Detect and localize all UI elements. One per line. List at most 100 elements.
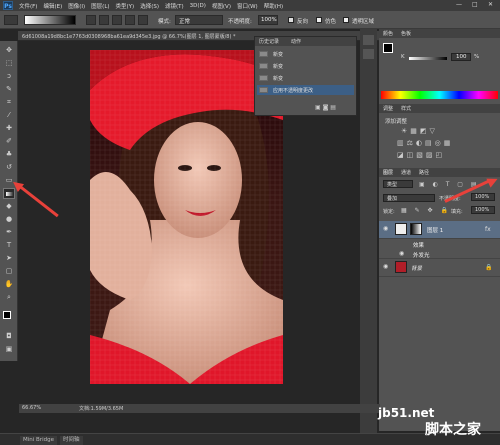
- linear-gradient-button[interactable]: [86, 15, 96, 25]
- eye-icon[interactable]: ◉: [383, 225, 388, 232]
- shape-tool-icon[interactable]: ▢: [3, 266, 15, 277]
- zoom-tool-icon[interactable]: ⌕: [3, 292, 15, 303]
- layer-opacity-input[interactable]: 100%: [471, 193, 495, 201]
- gradient-picker[interactable]: [24, 15, 76, 25]
- history-item-selected[interactable]: 应用不透明度更改: [257, 85, 354, 95]
- dither-label: 仿色: [325, 19, 337, 25]
- mode-select[interactable]: 正常: [175, 15, 223, 25]
- history-panel: 历史记录 动作 新变 新变 新变 应用不透明度更改 ▣ ◙ ▤: [254, 36, 357, 116]
- foreground-color-swatch[interactable]: [3, 311, 11, 319]
- adjustment-icons-row3[interactable]: ◪◫▧▨◰: [397, 151, 445, 159]
- history-item[interactable]: 新变: [257, 49, 354, 59]
- menu-window[interactable]: 窗口(W): [237, 2, 258, 10]
- effects-row[interactable]: 效果: [379, 239, 500, 249]
- adjustments-title: 添加调整: [385, 119, 408, 125]
- layer-row-background[interactable]: ◉ 背景 🔒: [379, 259, 500, 277]
- menu-image[interactable]: 图像(I): [68, 2, 85, 10]
- menu-edit[interactable]: 编辑(E): [43, 2, 62, 10]
- history-panel-icon[interactable]: [363, 35, 374, 45]
- opacity-input[interactable]: 100%: [258, 15, 278, 25]
- tab-channels[interactable]: 通道: [401, 169, 411, 176]
- screen-mode-icon[interactable]: ▣: [3, 344, 15, 355]
- zoom-level[interactable]: 66.67%: [22, 405, 41, 411]
- history-brush-tool-icon[interactable]: ↺: [3, 162, 15, 173]
- menu-file[interactable]: 文件(F): [19, 2, 37, 10]
- marquee-tool-icon[interactable]: ⬚: [3, 58, 15, 69]
- history-item[interactable]: 新变: [257, 61, 354, 71]
- eye-icon[interactable]: ◉: [383, 263, 388, 270]
- blend-mode-select[interactable]: 叠加: [383, 194, 435, 202]
- k-slider[interactable]: [409, 57, 447, 60]
- crop-tool-icon[interactable]: ⌗: [3, 97, 15, 108]
- path-select-tool-icon[interactable]: ➤: [3, 253, 15, 264]
- color-spectrum[interactable]: [381, 91, 498, 99]
- history-footer-icons[interactable]: ▣ ◙ ▤: [315, 104, 336, 111]
- menu-3d[interactable]: 3D(D): [190, 3, 206, 9]
- minimize-button[interactable]: —: [456, 1, 462, 8]
- reflected-gradient-button[interactable]: [125, 15, 135, 25]
- layer-mask-thumbnail[interactable]: [410, 223, 422, 235]
- tab-mini-bridge[interactable]: Mini Bridge: [20, 436, 57, 445]
- menu-type[interactable]: 类型(Y): [116, 2, 135, 10]
- tab-timeline[interactable]: 时间轴: [60, 436, 83, 445]
- hand-tool-icon[interactable]: ✋: [3, 279, 15, 290]
- gradient-tool-icon[interactable]: [3, 188, 15, 199]
- diamond-gradient-button[interactable]: [138, 15, 148, 25]
- tab-paths[interactable]: 路径: [419, 169, 429, 176]
- pen-tool-icon[interactable]: ✒: [3, 227, 15, 238]
- lock-icon: 🔒: [485, 264, 493, 271]
- slider-label: K: [401, 54, 405, 60]
- type-tool-icon[interactable]: T: [3, 240, 15, 251]
- radial-gradient-button[interactable]: [99, 15, 109, 25]
- lock-icons[interactable]: ▦ ✎ ✥ 🔒: [401, 207, 451, 214]
- adjustment-icons-row2[interactable]: ▥⚖◐▤◎▦: [397, 139, 453, 147]
- healing-brush-tool-icon[interactable]: ✚: [3, 123, 15, 134]
- tab-styles[interactable]: 样式: [401, 105, 411, 112]
- reverse-checkbox[interactable]: [288, 17, 294, 23]
- maximize-button[interactable]: □: [472, 1, 478, 8]
- gradient-icon: [259, 51, 268, 57]
- angle-gradient-button[interactable]: [112, 15, 122, 25]
- tab-color[interactable]: 颜色: [383, 30, 393, 37]
- outer-glow-row[interactable]: ◉ 外发光: [379, 249, 500, 259]
- history-item[interactable]: 新变: [257, 73, 354, 83]
- menu-layer[interactable]: 图层(L): [91, 2, 109, 10]
- blur-tool-icon[interactable]: ◆: [3, 201, 15, 212]
- watermark-url: jb51.net: [378, 406, 435, 420]
- layer-kind-select[interactable]: 类型: [383, 180, 413, 188]
- quick-select-tool-icon[interactable]: ✎: [3, 84, 15, 95]
- fill-input[interactable]: 100%: [471, 206, 495, 214]
- dodge-tool-icon[interactable]: ●: [3, 214, 15, 225]
- mode-value: 正常: [179, 19, 191, 25]
- tool-preset-picker[interactable]: [4, 15, 18, 25]
- quick-mask-icon[interactable]: ◘: [3, 331, 15, 342]
- brush-tool-icon[interactable]: ✐: [3, 136, 15, 147]
- menu-filter[interactable]: 滤镜(T): [165, 2, 184, 10]
- color-swatch-fg[interactable]: [383, 43, 393, 53]
- menu-help[interactable]: 帮助(H): [264, 2, 283, 10]
- adjustment-icons-row1[interactable]: ☀▦◩▽: [401, 127, 438, 135]
- tab-swatches[interactable]: 色板: [401, 30, 411, 37]
- layer-thumbnail: [395, 261, 407, 273]
- lasso-tool-icon[interactable]: ↄ: [3, 71, 15, 82]
- layer-row-selected[interactable]: ◉ 图层 1 fx: [379, 221, 500, 239]
- menu-select[interactable]: 选择(S): [140, 2, 159, 10]
- layer-name: 图层 1: [427, 228, 444, 234]
- transparency-checkbox[interactable]: [343, 17, 349, 23]
- tab-history[interactable]: 历史记录: [259, 38, 279, 45]
- panel-icon-strip: [360, 29, 377, 439]
- eyedropper-tool-icon[interactable]: ⁄: [3, 110, 15, 121]
- close-button[interactable]: ✕: [488, 1, 493, 8]
- tab-actions[interactable]: 动作: [291, 38, 301, 45]
- dither-checkbox[interactable]: [316, 17, 322, 23]
- clone-stamp-tool-icon[interactable]: ♣: [3, 149, 15, 160]
- document-size: 文档:1.59M/3.65M: [79, 406, 124, 412]
- transparency-label: 透明区域: [352, 19, 375, 25]
- move-tool-icon[interactable]: ✥: [3, 45, 15, 56]
- tab-layers[interactable]: 图层: [383, 169, 393, 176]
- tab-adjustments[interactable]: 调整: [383, 105, 393, 112]
- actions-panel-icon[interactable]: [363, 49, 374, 59]
- eye-icon[interactable]: ◉: [399, 250, 404, 257]
- k-value-input[interactable]: 100: [451, 53, 471, 61]
- menu-view[interactable]: 视图(V): [212, 2, 231, 10]
